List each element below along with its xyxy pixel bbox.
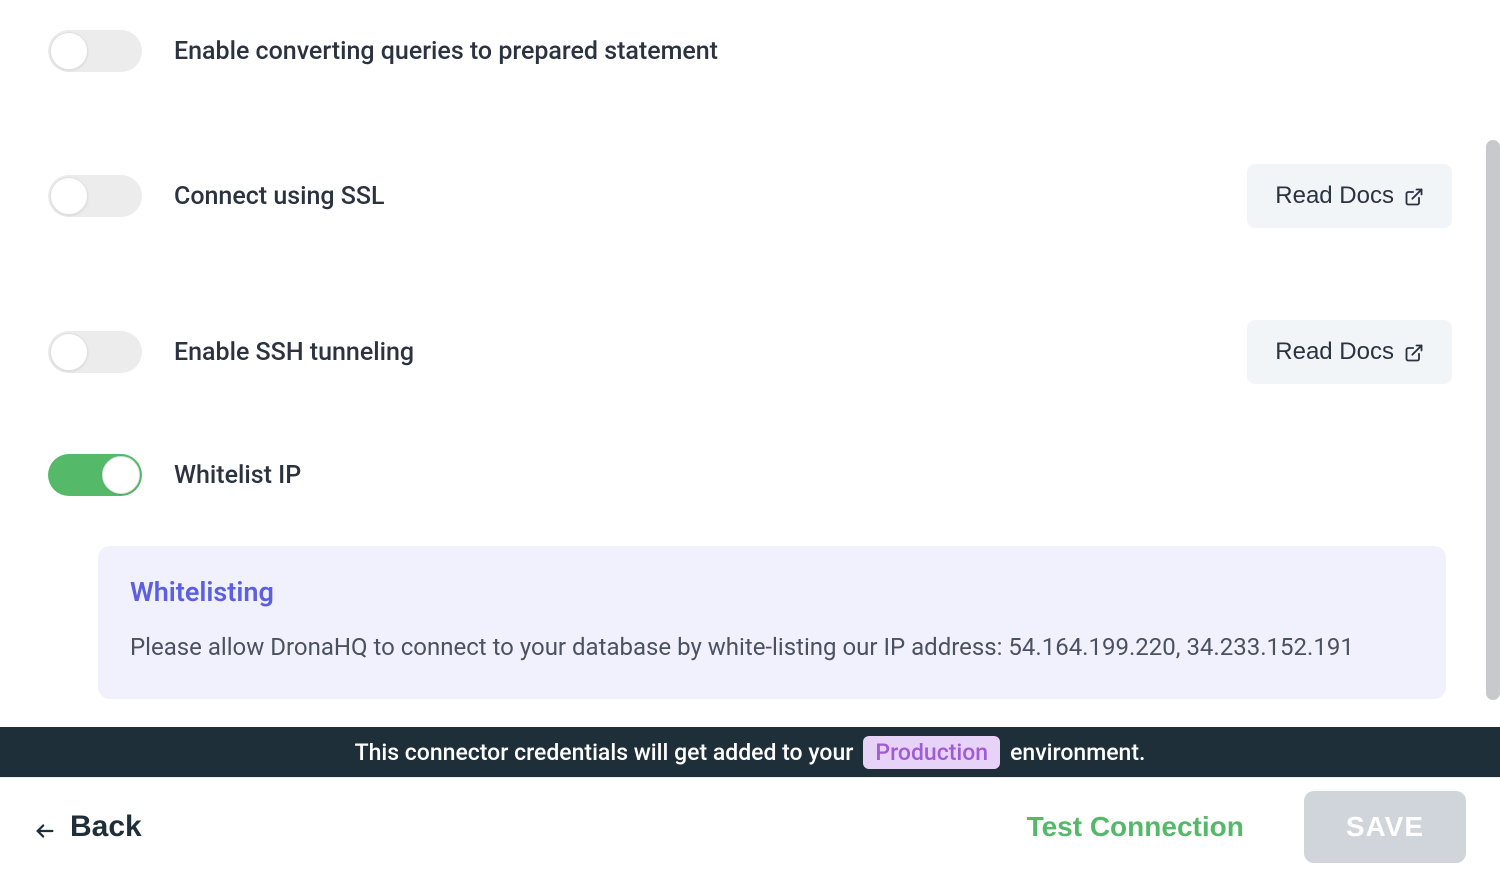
- setting-row-prepared: Enable converting queries to prepared st…: [48, 30, 1452, 72]
- toggle-whitelist-ip[interactable]: [48, 454, 142, 496]
- whitelisting-info-panel: Whitelisting Please allow DronaHQ to con…: [98, 546, 1446, 699]
- setting-row-ssl: Connect using SSL Read Docs: [48, 164, 1452, 228]
- toggle-ssh[interactable]: [48, 331, 142, 373]
- toggle-label: Enable SSH tunneling: [174, 338, 414, 367]
- button-label: Read Docs: [1275, 182, 1394, 210]
- test-connection-button[interactable]: Test Connection: [1027, 811, 1244, 843]
- setting-row-whitelist: Whitelist IP: [48, 454, 1452, 496]
- toggle-label: Enable converting queries to prepared st…: [174, 37, 718, 66]
- toggle-label: Connect using SSL: [174, 182, 385, 211]
- button-label: Read Docs: [1275, 338, 1394, 366]
- read-docs-ssl-button[interactable]: Read Docs: [1247, 164, 1452, 228]
- toggle-prepared-statement[interactable]: [48, 30, 142, 72]
- toggle-label: Whitelist IP: [174, 461, 301, 490]
- arrow-left-icon: [34, 816, 56, 838]
- back-label: Back: [70, 810, 142, 844]
- settings-panel: Enable converting queries to prepared st…: [0, 0, 1500, 699]
- environment-notice-bar: This connector credentials will get adde…: [0, 727, 1500, 777]
- save-button[interactable]: SAVE: [1304, 791, 1466, 863]
- scrollbar[interactable]: [1486, 140, 1500, 700]
- info-body: Please allow DronaHQ to connect to your …: [130, 630, 1414, 665]
- read-docs-ssh-button[interactable]: Read Docs: [1247, 320, 1452, 384]
- info-title: Whitelisting: [130, 576, 1414, 608]
- env-text-prefix: This connector credentials will get adde…: [355, 739, 854, 766]
- external-link-icon: [1404, 342, 1424, 362]
- setting-row-ssh: Enable SSH tunneling Read Docs: [48, 320, 1452, 384]
- environment-badge: Production: [863, 736, 1000, 769]
- env-text-suffix: environment.: [1010, 739, 1145, 766]
- back-button[interactable]: Back: [34, 810, 142, 844]
- toggle-ssl[interactable]: [48, 175, 142, 217]
- footer-bar: Back Test Connection SAVE: [0, 777, 1500, 875]
- external-link-icon: [1404, 186, 1424, 206]
